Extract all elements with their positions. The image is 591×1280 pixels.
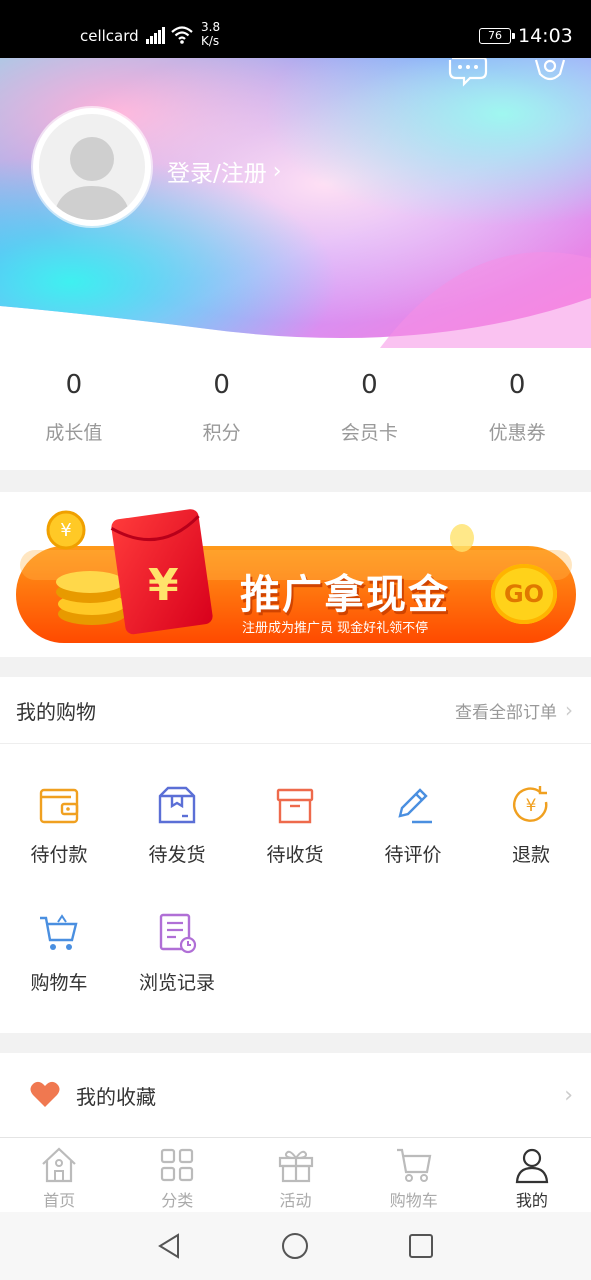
history-icon bbox=[159, 913, 197, 954]
shop-item-label: 待收货 bbox=[266, 844, 324, 866]
shop-item-cart[interactable]: 购物车 bbox=[0, 912, 118, 1022]
shop-item-label: 待发货 bbox=[148, 844, 206, 866]
svg-text:¥: ¥ bbox=[60, 520, 71, 541]
tab-profile[interactable]: 我的 bbox=[473, 1138, 591, 1212]
chevron-right-icon: › bbox=[565, 698, 573, 722]
carrier-name: cellcard bbox=[80, 27, 139, 45]
stat-value: 0 bbox=[65, 370, 83, 400]
shop-item-label: 浏览记录 bbox=[138, 972, 215, 994]
stat-member-card[interactable]: 0 会员卡 bbox=[296, 348, 444, 470]
stats-row: 0 成长值 0 积分 0 会员卡 0 优惠券 bbox=[0, 348, 591, 470]
stat-label: 积分 bbox=[202, 422, 241, 444]
tab-label: 首页 bbox=[43, 1191, 76, 1210]
banner-title: 推广拿现金 bbox=[240, 572, 450, 618]
view-all-orders-link[interactable]: 查看全部订单 › bbox=[455, 698, 573, 723]
tab-cart[interactable]: 购物车 bbox=[355, 1138, 473, 1212]
promo-banner[interactable]: ¥ ¥ 推广拿现金 注册成为推广员 现金好礼领不停 GO bbox=[0, 492, 591, 657]
svg-text:¥: ¥ bbox=[526, 796, 537, 816]
profile-header: 登录/注册 › bbox=[0, 58, 591, 348]
stat-value: 0 bbox=[508, 370, 526, 400]
shopping-header: 我的购物 查看全部订单 › bbox=[0, 677, 591, 744]
banner-go-button[interactable]: GO bbox=[491, 564, 557, 624]
user-icon bbox=[515, 1148, 549, 1184]
default-avatar-icon bbox=[53, 137, 131, 220]
tab-label: 活动 bbox=[279, 1191, 312, 1210]
tab-label: 分类 bbox=[161, 1191, 194, 1210]
back-icon[interactable] bbox=[156, 1232, 182, 1260]
package-icon bbox=[158, 786, 196, 824]
shop-item-pending-receipt[interactable]: 待收货 bbox=[236, 784, 354, 894]
avatar[interactable] bbox=[33, 108, 151, 226]
stat-label: 成长值 bbox=[45, 422, 103, 444]
chevron-right-icon: › bbox=[564, 1082, 573, 1108]
gift-icon bbox=[278, 1150, 313, 1183]
login-register-link[interactable]: 登录/注册 › bbox=[167, 154, 282, 188]
recents-icon[interactable] bbox=[408, 1232, 434, 1260]
cart-icon bbox=[40, 914, 78, 950]
chevron-right-icon: › bbox=[272, 158, 282, 184]
tab-home[interactable]: 首页 bbox=[0, 1138, 118, 1212]
battery-icon: 76 bbox=[479, 28, 515, 44]
tab-label: 我的 bbox=[515, 1191, 548, 1210]
box-icon bbox=[276, 788, 314, 824]
message-icon[interactable] bbox=[448, 58, 488, 88]
tab-activity[interactable]: 活动 bbox=[236, 1138, 354, 1212]
tab-category[interactable]: 分类 bbox=[118, 1138, 236, 1212]
stat-value: 0 bbox=[213, 370, 230, 400]
my-favorites-row[interactable]: 我的收藏 › bbox=[0, 1053, 591, 1137]
refund-icon: ¥ bbox=[513, 786, 548, 822]
grid-icon bbox=[161, 1148, 194, 1182]
wallet-icon bbox=[39, 788, 79, 824]
stat-value: 0 bbox=[361, 370, 378, 400]
shop-item-label: 待付款 bbox=[30, 844, 88, 866]
pencil-icon bbox=[398, 788, 432, 824]
network-speed: 3.8 K/s bbox=[201, 20, 221, 48]
shop-item-refund[interactable]: ¥ 退款 bbox=[472, 784, 590, 894]
stat-growth[interactable]: 0 成长值 bbox=[0, 348, 148, 470]
heart-icon bbox=[30, 1081, 60, 1107]
wifi-icon bbox=[171, 26, 193, 44]
shop-item-pending-review[interactable]: 待评价 bbox=[354, 784, 472, 894]
shop-item-history[interactable]: 浏览记录 bbox=[118, 912, 236, 1022]
status-bar: cellcard 3.8 K/s 76 14:03 bbox=[0, 0, 591, 58]
shop-item-label: 购物车 bbox=[30, 972, 88, 994]
stat-label: 会员卡 bbox=[340, 422, 398, 444]
shop-item-label: 退款 bbox=[511, 844, 550, 866]
home-button-icon[interactable] bbox=[281, 1232, 309, 1260]
signal-icon bbox=[146, 27, 165, 44]
favorites-label: 我的收藏 bbox=[76, 1084, 156, 1109]
shop-item-pending-payment[interactable]: 待付款 bbox=[0, 784, 118, 894]
yen-symbol: ¥ bbox=[148, 560, 179, 611]
stat-points[interactable]: 0 积分 bbox=[148, 348, 296, 470]
settings-icon[interactable] bbox=[530, 58, 570, 88]
home-icon bbox=[42, 1147, 76, 1183]
cart-icon bbox=[396, 1148, 432, 1182]
stat-coupons[interactable]: 0 优惠券 bbox=[443, 348, 591, 470]
bottom-tab-bar: 首页 分类 活动 购物车 我的 bbox=[0, 1137, 591, 1212]
banner-subtitle: 注册成为推广员 现金好礼领不停 bbox=[242, 621, 429, 636]
tab-label: 购物车 bbox=[389, 1191, 438, 1210]
system-navigation-bar bbox=[0, 1212, 591, 1280]
shop-item-label: 待评价 bbox=[384, 844, 442, 866]
shopping-title: 我的购物 bbox=[16, 699, 96, 724]
shop-item-pending-shipment[interactable]: 待发货 bbox=[118, 784, 236, 894]
stat-label: 优惠券 bbox=[488, 422, 546, 444]
login-register-label: 登录/注册 bbox=[167, 161, 267, 187]
clock: 14:03 bbox=[518, 25, 573, 47]
my-shopping-section: 我的购物 查看全部订单 › 待付款 待发货 待收货 待评价 ¥ 退款 购物车 浏… bbox=[0, 677, 591, 1033]
